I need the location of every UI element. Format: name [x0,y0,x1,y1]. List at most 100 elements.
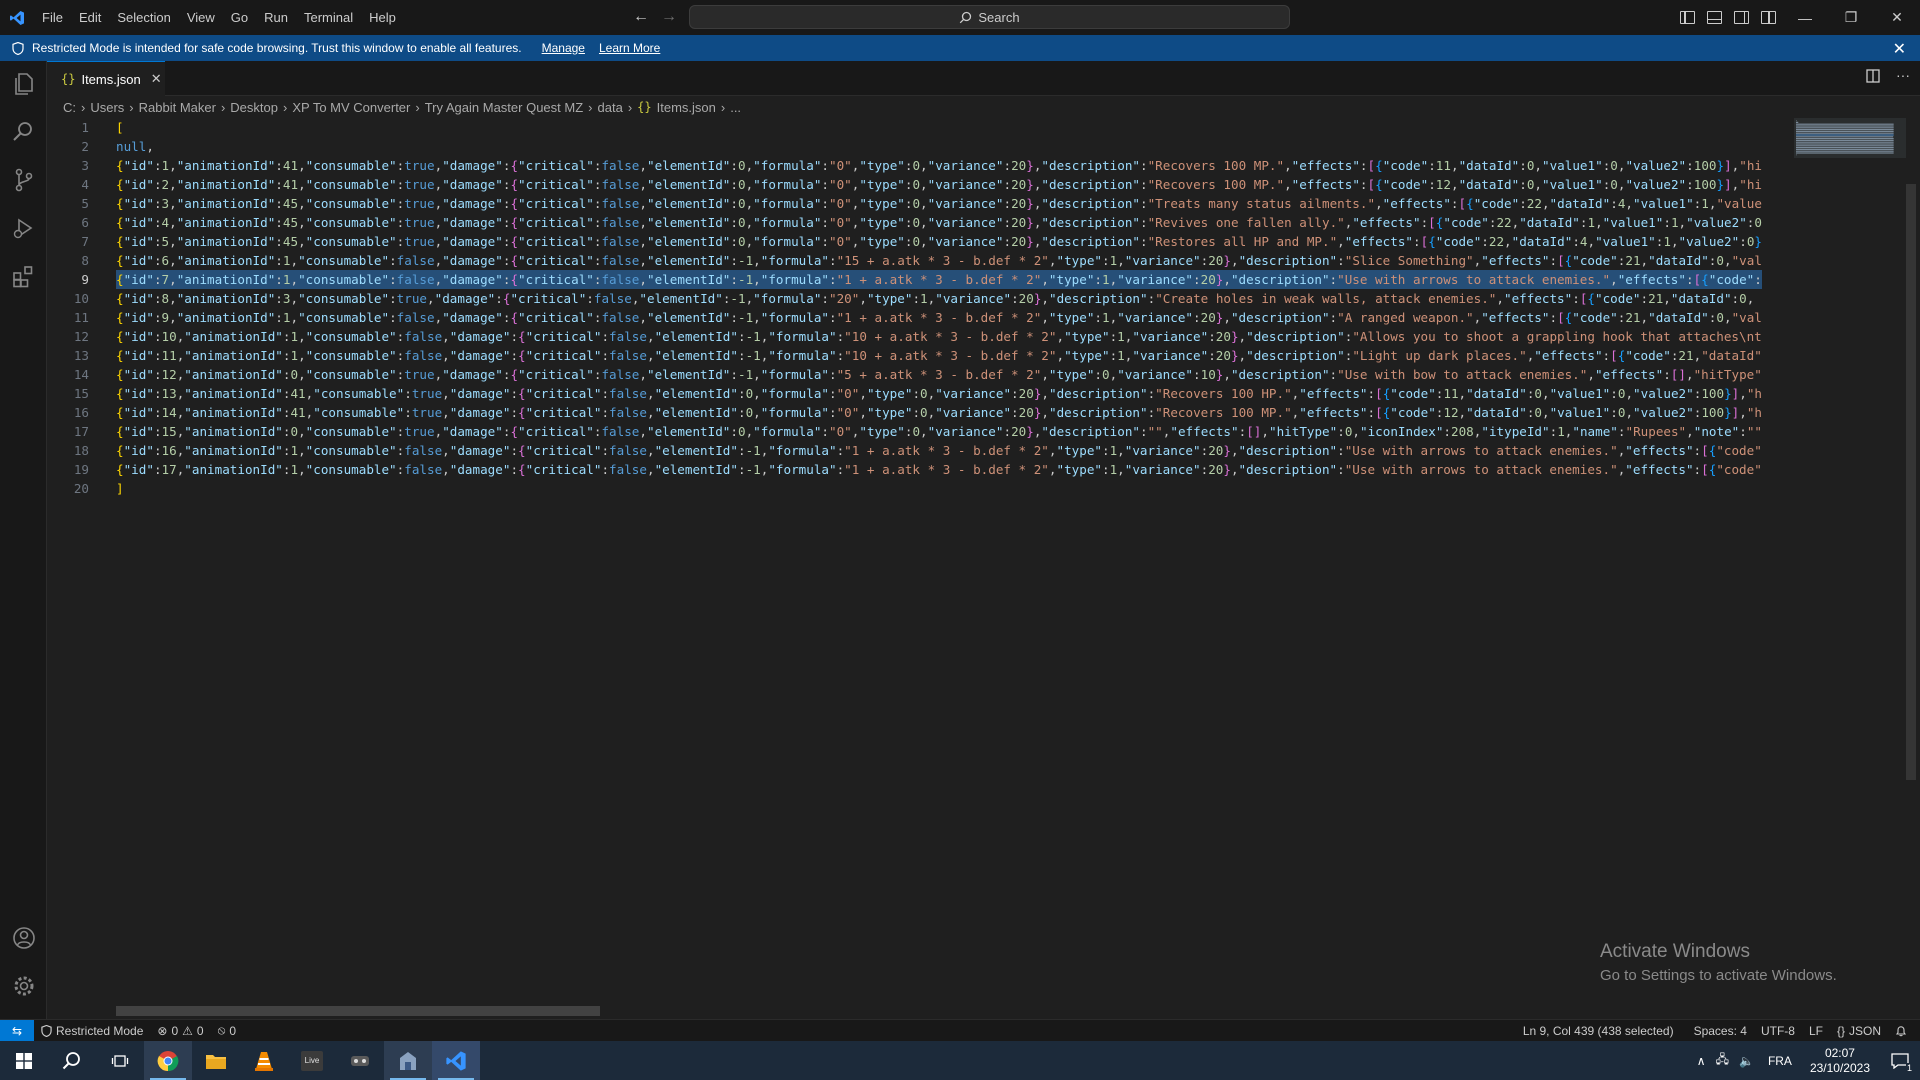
vlc-icon[interactable] [240,1041,288,1080]
split-editor-icon[interactable] [1866,69,1880,83]
task-view-icon[interactable] [96,1041,144,1080]
close-icon[interactable]: ✕ [151,71,162,87]
rpg-maker-icon[interactable] [384,1041,432,1080]
language-mode[interactable]: {} JSON [1830,1024,1888,1038]
menu-item-view[interactable]: View [179,0,223,35]
source-control-icon[interactable] [11,167,37,193]
code-line[interactable]: 18 {"id":16,"animationId":1,"consumable":… [47,441,1787,460]
breadcrumb-file[interactable]: Items.json [657,100,716,115]
more-actions-icon[interactable]: ··· [1896,68,1910,83]
menu-item-file[interactable]: File [34,0,71,35]
breadcrumb-segment[interactable]: Try Again Master Quest MZ [425,100,583,115]
line-number: 6 [81,215,89,230]
breadcrumb-segment[interactable]: Desktop [230,100,278,115]
toggle-panel-icon[interactable] [1707,11,1722,24]
explorer-icon[interactable] [11,71,37,97]
minimize-icon[interactable]: — [1782,0,1828,35]
menu-item-help[interactable]: Help [361,0,404,35]
code-line[interactable]: 13 {"id":11,"animationId":1,"consumable":… [47,346,1787,365]
input-language[interactable]: FRA [1768,1054,1792,1068]
search-icon[interactable] [11,119,37,145]
windows-start-icon[interactable] [0,1041,48,1080]
forward-arrow-icon[interactable]: → [661,8,677,26]
line-number: 1 [81,120,89,135]
code-line[interactable]: 3 {"id":1,"animationId":41,"consumable":t… [47,156,1787,175]
manage-link[interactable]: Manage [542,41,585,55]
code-line[interactable]: 10 {"id":8,"animationId":3,"consumable":t… [47,289,1787,308]
code-line[interactable]: 8 {"id":6,"animationId":1,"consumable":fa… [47,251,1787,270]
code-line[interactable]: 12 {"id":10,"animationId":1,"consumable":… [47,327,1787,346]
gear-icon[interactable] [11,973,37,999]
code-line[interactable]: 9 {"id":7,"animationId":1,"consumable":fa… [47,270,1787,289]
close-icon[interactable]: ✕ [1893,39,1906,59]
bell-icon[interactable] [1888,1025,1914,1037]
vscode-taskbar-icon[interactable] [432,1041,480,1080]
clock[interactable]: 02:07 23/10/2023 [1810,1046,1870,1076]
indentation[interactable]: Spaces: 4 [1687,1024,1754,1038]
line-number: 4 [81,177,89,192]
restricted-mode-status[interactable]: Restricted Mode [34,1024,150,1038]
live-app-icon[interactable]: Live [288,1041,336,1080]
game-app-icon[interactable] [336,1041,384,1080]
volume-icon[interactable]: 🔈 [1739,1054,1754,1068]
encoding[interactable]: UTF-8 [1754,1024,1802,1038]
learn-more-link[interactable]: Learn More [599,41,660,55]
chrome-icon[interactable] [144,1041,192,1080]
code-line[interactable]: 4 {"id":2,"animationId":41,"consumable":t… [47,175,1787,194]
code-line[interactable]: 19 {"id":17,"animationId":1,"consumable":… [47,460,1787,479]
run-debug-icon[interactable] [11,215,37,241]
menu-item-selection[interactable]: Selection [109,0,178,35]
code-line[interactable]: 1[ [47,118,1787,137]
code-line[interactable]: 6 {"id":4,"animationId":45,"consumable":t… [47,213,1787,232]
search-icon[interactable] [48,1041,96,1080]
toggle-secondary-sidebar-icon[interactable] [1734,11,1749,24]
system-tray: ∧ 🖧 🔈 FRA 02:07 23/10/2023 1 [1697,1041,1920,1080]
code-editor[interactable]: 1[2 null, 3 {"id":1,"animationId":41,"consu… [47,118,1787,1013]
chevron-up-icon[interactable]: ∧ [1697,1054,1706,1068]
customize-layout-icon[interactable] [1761,11,1776,24]
close-window-icon[interactable]: ✕ [1874,0,1920,35]
breadcrumb-segment[interactable]: XP To MV Converter [292,100,410,115]
breadcrumb-segment[interactable]: Rabbit Maker [139,100,216,115]
code-line[interactable]: 17 {"id":15,"animationId":0,"consumable":… [47,422,1787,441]
breadcrumb-segment[interactable]: C: [63,100,76,115]
breadcrumb-segment[interactable]: Users [90,100,124,115]
accounts-icon[interactable] [11,925,37,951]
problems-status[interactable]: ⊗ 0 ⚠ 0 [150,1024,210,1038]
breadcrumb-segment[interactable]: data [598,100,623,115]
ports-status[interactable]: ⦸ 0 [211,1023,244,1038]
network-icon[interactable]: 🖧 [1716,1050,1729,1071]
remote-indicator-icon[interactable]: ⇆ [0,1019,34,1042]
minimap-line [1796,139,1894,141]
code-line[interactable]: 15 {"id":13,"animationId":41,"consumable"… [47,384,1787,403]
minimap[interactable] [1794,118,1906,158]
notifications-icon[interactable]: 1 [1880,1041,1920,1080]
restore-icon[interactable]: ❐ [1828,0,1874,35]
menu-item-terminal[interactable]: Terminal [296,0,361,35]
code-line[interactable]: 7 {"id":5,"animationId":45,"consumable":t… [47,232,1787,251]
horizontal-scrollbar[interactable] [116,1006,600,1016]
breadcrumb-symbol[interactable]: ... [730,100,741,115]
toggle-primary-sidebar-icon[interactable] [1680,11,1695,24]
menu-item-edit[interactable]: Edit [71,0,109,35]
line-text: {"id":7,"animationId":1,"consumable":fal… [116,270,1762,289]
code-line[interactable]: 2 null, [47,137,1787,156]
extensions-icon[interactable] [11,263,37,289]
code-line[interactable]: 14 {"id":12,"animationId":0,"consumable":… [47,365,1787,384]
menu-item-run[interactable]: Run [256,0,296,35]
command-center-search[interactable]: Search [689,5,1290,29]
back-arrow-icon[interactable]: ← [633,8,649,26]
code-line[interactable]: 11 {"id":9,"animationId":1,"consumable":f… [47,308,1787,327]
tab-items-json[interactable]: {} Items.json ✕ [47,61,165,96]
code-line[interactable]: 16 {"id":14,"animationId":41,"consumable"… [47,403,1787,422]
watermark-title: Activate Windows [1600,941,1750,962]
code-line[interactable]: 5 {"id":3,"animationId":45,"consumable":t… [47,194,1787,213]
cursor-position[interactable]: Ln 9, Col 439 (438 selected) [1516,1024,1681,1038]
menu-item-go[interactable]: Go [223,0,256,35]
code-line[interactable]: 20] [47,479,1787,498]
end-of-line[interactable]: LF [1802,1024,1830,1038]
line-text: {"id":11,"animationId":1,"consumable":fa… [116,348,1762,363]
title-bar: File Edit Selection View Go Run Terminal Help ←… [0,0,1920,35]
file-explorer-icon[interactable] [192,1041,240,1080]
vertical-scrollbar[interactable] [1906,184,1916,780]
